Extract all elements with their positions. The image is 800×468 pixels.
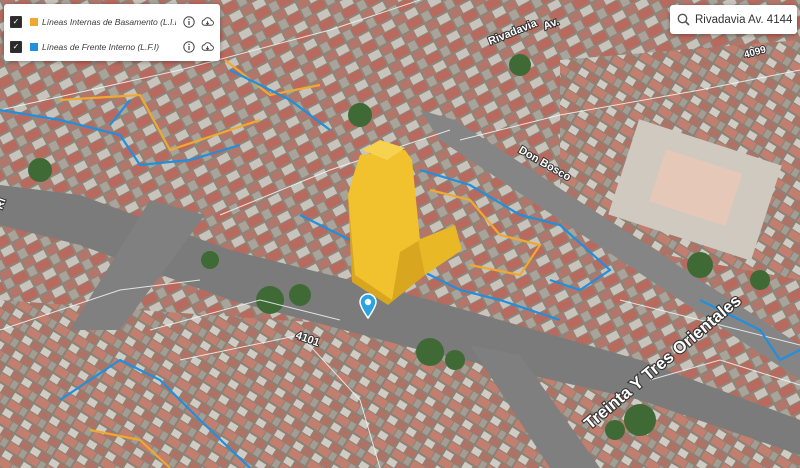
location-pin-icon[interactable] bbox=[359, 293, 377, 319]
layer-row-lib[interactable]: ✓ Líneas Internas de Basamento (L.I.B) bbox=[10, 12, 214, 32]
layer-label-lib: Líneas Internas de Basamento (L.I.B) bbox=[42, 17, 176, 27]
layer-checkbox-lfi[interactable]: ✓ bbox=[10, 41, 22, 53]
layers-panel: ✓ Líneas Internas de Basamento (L.I.B) ✓… bbox=[4, 4, 220, 61]
layer-label-lfi: Líneas de Frente Interno (L.F.I) bbox=[42, 42, 160, 52]
cloud-download-icon[interactable] bbox=[201, 16, 214, 29]
layer-row-lfi[interactable]: ✓ Líneas de Frente Interno (L.F.I) bbox=[10, 37, 214, 57]
info-icon[interactable] bbox=[182, 41, 195, 54]
satellite-map[interactable]: Treinta Y Tres Orientales Don Bosco 4101… bbox=[0, 0, 800, 468]
address-search-box[interactable] bbox=[670, 5, 797, 34]
layer-checkbox-lib[interactable]: ✓ bbox=[10, 16, 22, 28]
search-input[interactable] bbox=[695, 13, 795, 26]
layer-swatch-lfi bbox=[30, 43, 38, 51]
layer-swatch-lib bbox=[30, 18, 38, 26]
cloud-download-icon[interactable] bbox=[201, 41, 214, 54]
search-icon bbox=[677, 13, 690, 26]
info-icon[interactable] bbox=[182, 16, 195, 29]
